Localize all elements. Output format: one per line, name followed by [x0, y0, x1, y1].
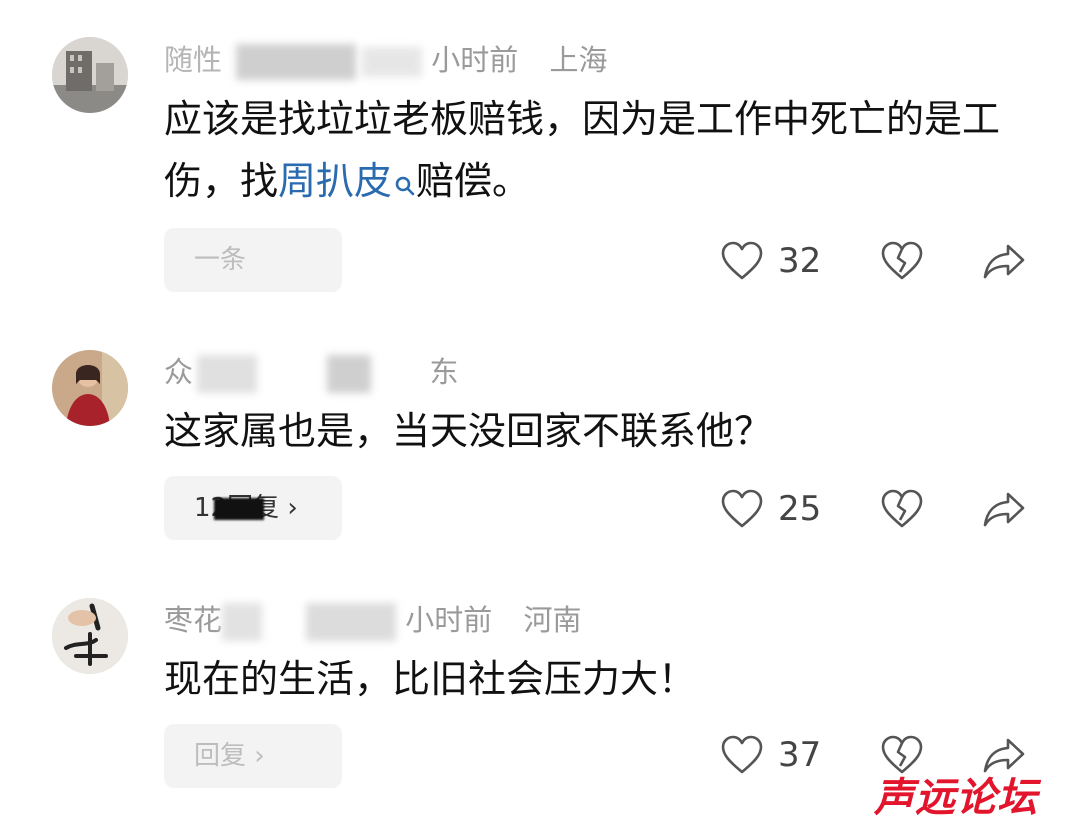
redacted-username: [197, 355, 258, 393]
comment-location: 东: [429, 355, 459, 389]
redacted-reply: [214, 498, 264, 520]
site-watermark: 声远论坛: [874, 775, 1038, 821]
comment-text: 现在的生活，比旧社会压力大！: [164, 657, 697, 701]
comment-location: 河南: [523, 603, 582, 637]
comment-meta: 众 东: [164, 352, 459, 393]
comment-time: 小时前: [431, 43, 519, 77]
comment-meta: 随性 小时前 上海: [164, 40, 607, 80]
reply-label: 一条: [194, 245, 247, 275]
avatar[interactable]: [52, 350, 128, 426]
heart-icon[interactable]: [720, 488, 764, 534]
share-icon[interactable]: [982, 240, 1026, 286]
username[interactable]: 众: [164, 352, 193, 392]
comment-text: 这家属也是，当天没回家不联系他？: [164, 409, 773, 453]
username[interactable]: 随性: [164, 40, 222, 80]
reply-button[interactable]: 回复 ›: [164, 724, 342, 788]
redacted-time: [327, 355, 372, 393]
comment-location: 上海: [549, 43, 608, 77]
comment-meta: 枣花 小时前 河南: [164, 600, 582, 641]
broken-heart-icon[interactable]: [880, 488, 924, 534]
username[interactable]: 枣花: [164, 600, 222, 640]
redacted-time: [306, 603, 397, 641]
avatar[interactable]: [52, 37, 128, 113]
comment-actions: 25: [720, 488, 1040, 532]
comment-text: 应该是找垃垃老板赔钱，因为是工作中死亡的是工伤，找周扒皮 赔偿。: [164, 88, 1024, 218]
comment-time: 小时前: [405, 603, 493, 637]
reply-button[interactable]: 一条: [164, 228, 342, 292]
like-count: 25: [778, 489, 822, 529]
like-count: 37: [778, 735, 822, 775]
heart-icon[interactable]: [720, 734, 764, 780]
comment-text-part: 赔偿。: [416, 159, 531, 203]
like-count: 32: [778, 241, 822, 281]
search-icon[interactable]: [394, 156, 416, 218]
comment-actions: 32: [720, 240, 1040, 284]
redacted-username: [236, 44, 357, 80]
avatar[interactable]: [52, 598, 128, 674]
share-icon[interactable]: [982, 488, 1026, 534]
heart-icon[interactable]: [720, 240, 764, 286]
redacted-time: [362, 47, 423, 77]
redacted-username: [222, 603, 263, 641]
reply-label: 回复 ›: [194, 741, 265, 771]
mention-link[interactable]: 周扒皮: [278, 159, 392, 203]
broken-heart-icon[interactable]: [880, 240, 924, 286]
